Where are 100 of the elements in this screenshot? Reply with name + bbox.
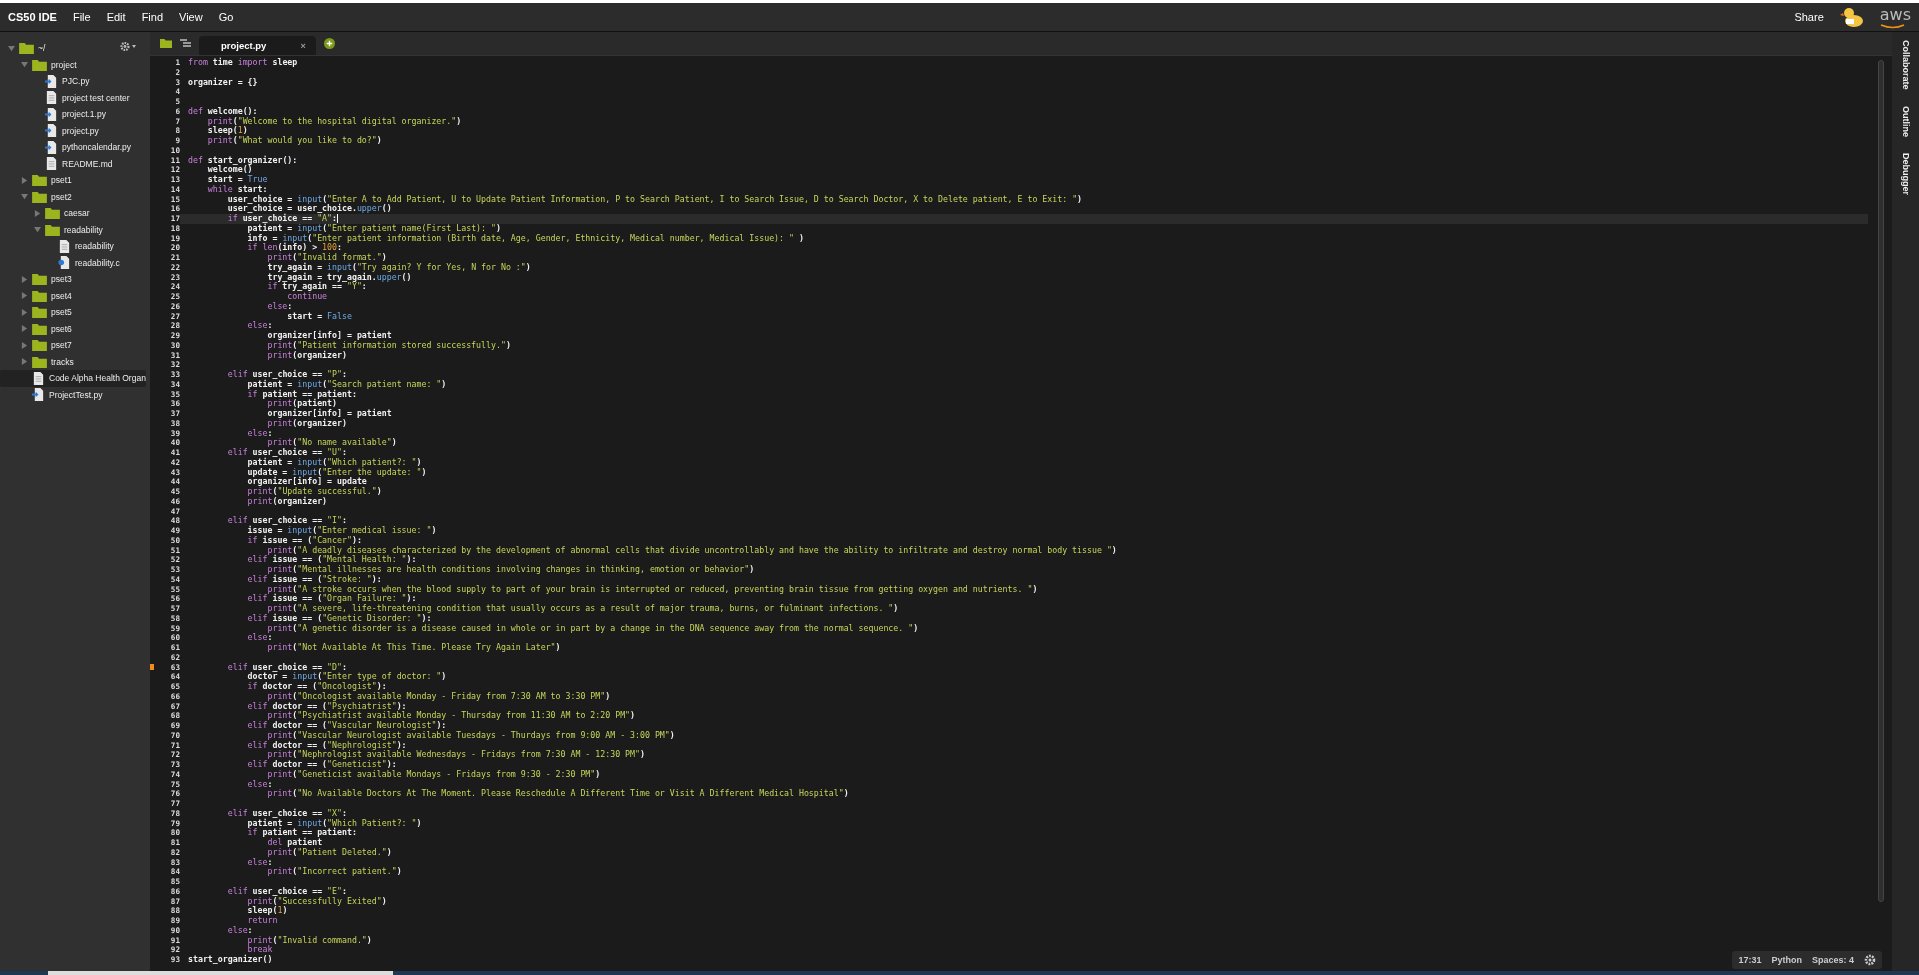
horizontal-scrollbar[interactable] — [0, 971, 1919, 975]
code-line: organizer[info] = patient — [266, 331, 392, 341]
code-line: def start_organizer(): — [188, 155, 298, 166]
file-tree-item[interactable]: pset7 — [0, 337, 146, 354]
file-tree-item[interactable]: project.py — [0, 122, 146, 139]
collapse-triangle-icon[interactable] — [21, 275, 28, 283]
text-cursor — [337, 214, 339, 224]
scrollbar[interactable] — [1878, 60, 1884, 902]
file-tree-item[interactable]: pset5 — [0, 304, 146, 321]
collapse-triangle-icon[interactable] — [34, 209, 41, 217]
file-tree-item[interactable]: ~/ — [0, 40, 146, 57]
cursor-position[interactable]: 17:31 — [1738, 955, 1762, 965]
collapse-triangle-icon[interactable] — [21, 358, 28, 366]
folder-icon — [32, 58, 47, 71]
file-tree-item[interactable]: pset2 — [0, 188, 146, 205]
indentation-setting[interactable]: Spaces: 4 — [1811, 955, 1854, 965]
file-icon — [32, 371, 45, 385]
code-line: while start: — [206, 184, 268, 194]
file-tree-item[interactable]: pset3 — [0, 271, 146, 288]
code-line: organizer[info] = update — [246, 477, 367, 487]
file-tree-item[interactable]: readability — [0, 221, 146, 238]
settings-icon[interactable] — [119, 41, 137, 52]
file-tree-item[interactable]: pythoncalendar.py — [0, 139, 146, 156]
code-line: elif issue == ("Stroke: "): — [246, 574, 382, 585]
menu-item[interactable]: Edit — [106, 11, 126, 23]
duck-icon[interactable] — [1839, 6, 1864, 28]
file-tree-item[interactable]: PJC.py — [0, 73, 146, 90]
folder-icon — [32, 306, 47, 319]
code-line: print("Invalid command.") — [246, 935, 372, 946]
file-tree-item[interactable]: tracks — [0, 353, 146, 370]
expand-triangle-icon[interactable] — [21, 61, 28, 69]
code-line: else: — [266, 301, 293, 312]
file-tree-item[interactable]: project.1.py — [0, 106, 146, 123]
aws-logo[interactable]: aws — [1879, 7, 1911, 27]
tree-icon[interactable] — [180, 39, 191, 48]
collapse-triangle-icon[interactable] — [21, 176, 28, 184]
code-line: else: — [246, 321, 273, 331]
language-mode[interactable]: Python — [1771, 955, 1802, 965]
code-line: print("No name available") — [267, 438, 397, 448]
folder-icon — [32, 174, 47, 187]
file-tree-item[interactable]: README.md — [0, 155, 146, 172]
code-line: continue — [287, 292, 328, 302]
panel-tab[interactable]: Collaborate — [1900, 40, 1911, 90]
file-tree-item[interactable]: pset4 — [0, 287, 146, 304]
file-tree-item[interactable]: caesar — [0, 205, 146, 222]
code-line: print("Update successful.") — [246, 487, 382, 497]
code-line: elif issue == ("Organ Failure: "): — [246, 594, 417, 604]
menu-item[interactable]: View — [179, 11, 203, 23]
code-line: elif user_choice == "X": — [226, 808, 347, 819]
editor-tab[interactable]: project.py × — [199, 36, 316, 55]
share-link[interactable]: Share — [1794, 11, 1824, 23]
code-line: start = False — [286, 311, 352, 322]
file-icon — [45, 157, 58, 171]
code-line: patient = input("Search patient name: ") — [246, 379, 447, 390]
menu-item[interactable]: File — [72, 11, 91, 23]
python-file-icon — [32, 388, 45, 402]
expand-triangle-icon[interactable] — [8, 44, 15, 52]
code-line: update = input("Enter the update: ") — [246, 467, 427, 478]
file-tree-item[interactable]: project test center — [0, 89, 146, 106]
code-line: elif user_choice == "I": — [226, 516, 347, 526]
add-tab-icon[interactable] — [323, 38, 335, 49]
code-line: doctor = input("Enter type of doctor: ") — [246, 672, 447, 682]
panel-tab[interactable]: Debugger — [1900, 152, 1911, 195]
code-line: print("Nephrologist available Wednesdays - Fridays from 7:30 AM - 12:30 PM") — [266, 750, 645, 760]
folder-icon — [32, 355, 47, 368]
code-line: welcome() — [206, 165, 253, 175]
file-tree-item[interactable]: ProjectTest.py — [0, 386, 146, 403]
menu-item[interactable]: Find — [141, 11, 164, 23]
code-line: print("Invalid format.") — [266, 253, 387, 262]
file-tree-item[interactable]: project — [0, 56, 146, 73]
file-tree-item[interactable]: readability.c — [0, 254, 146, 271]
close-icon[interactable]: × — [300, 40, 306, 51]
code-line: else: — [246, 428, 273, 438]
code-line: start = True — [206, 175, 268, 185]
code-line: info = input("Enter patient information (Birth date, Age, Gender, Ethnicity, Medical number, Medical Issue): " ) — [246, 233, 804, 244]
file-tree-item[interactable]: pset1 — [0, 172, 146, 189]
settings-icon[interactable] — [1864, 954, 1876, 966]
code-line: if issue == ("Cancer"): — [246, 535, 362, 546]
code-line: patient = input("Enter patient name(First Last): ") — [247, 223, 501, 234]
code-line: if try_again == "Y": — [266, 282, 367, 292]
code-line: elif doctor == ("Geneticist"): — [246, 760, 397, 770]
code-line: print("Vascular Neurologist available Tuesdays - Thurdays from 9:00 AM - 3:00 PM") — [266, 730, 675, 741]
python-file-icon — [45, 107, 58, 121]
code-line: print("Geneticist available Mondays - Fridays from 9:30 - 2:30 PM") — [267, 769, 601, 780]
file-tree-item[interactable]: pset6 — [0, 320, 146, 337]
expand-triangle-icon[interactable] — [21, 193, 28, 201]
panel-tab[interactable]: Outline — [1900, 105, 1911, 137]
file-tree-item[interactable]: readability — [0, 238, 146, 255]
python-file-icon — [45, 124, 58, 138]
expand-triangle-icon[interactable] — [34, 226, 41, 234]
code-line: print("Not Available At This Time. Please Try Again Later") — [266, 643, 561, 653]
code-line: elif issue == ("Mental Health: "): — [246, 555, 417, 565]
code-line: user_choice = user_choice.upper() — [226, 204, 392, 214]
code-line: if doctor == ("Oncologist"): — [246, 682, 387, 692]
code-line: if len(info) > 100: — [246, 243, 342, 253]
menu-item[interactable]: Go — [218, 11, 234, 23]
file-tree-item[interactable]: Code Alpha Health Organ — [0, 370, 146, 387]
folder-icon[interactable] — [160, 39, 172, 48]
code-line: print("Patient information stored successfully.") — [266, 340, 511, 350]
code-line: else: — [246, 857, 273, 867]
